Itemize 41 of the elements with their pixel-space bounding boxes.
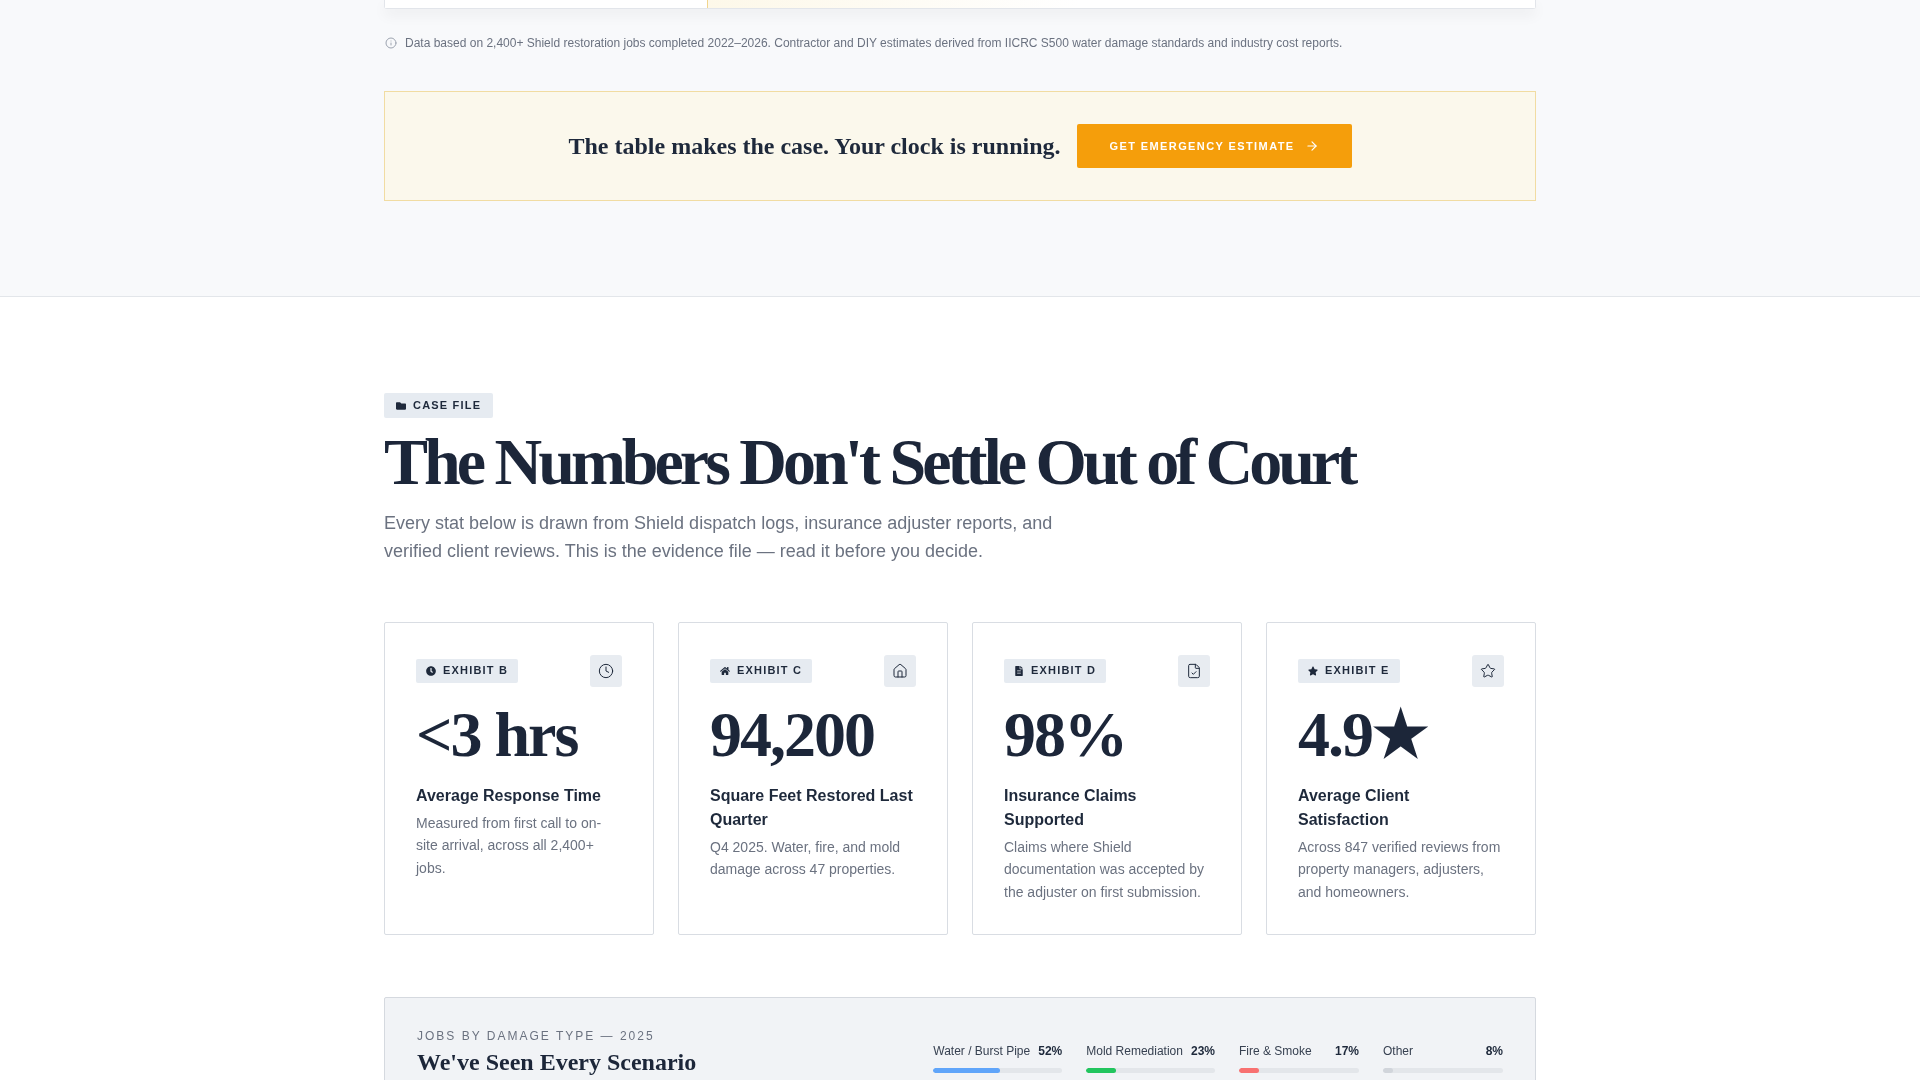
- damage-type-name: Mold Remediation: [1086, 1043, 1183, 1060]
- stat-description: Measured from first call to on-site arrival, across all 2,400+ jobs.: [416, 813, 603, 878]
- section-heading: The Numbers Don't Settle Out of Court: [384, 426, 1357, 499]
- damage-type-percent: 23%: [1190, 1043, 1215, 1060]
- case-file-tag-text: CASE FILE: [413, 400, 482, 411]
- damage-type-name: Other: [1383, 1043, 1413, 1060]
- emergency-estimate-button[interactable]: GET EMERGENCY ESTIMATE: [1076, 124, 1352, 168]
- panel-title: We've Seen Every Scenario: [417, 1050, 697, 1075]
- stat-value: <3 hrs: [416, 702, 579, 767]
- exhibit-tag-text: EXHIBIT D: [1031, 665, 1097, 677]
- exhibit-tag-text: EXHIBIT E: [1325, 665, 1390, 677]
- damage-type-name: Water / Burst Pipe: [933, 1043, 1031, 1060]
- damage-type-name: Fire & Smoke: [1239, 1043, 1312, 1060]
- damage-type-percent: 52%: [1038, 1043, 1063, 1060]
- document-check-icon: [1178, 654, 1210, 687]
- stat-label: Square Feet Restored Last Quarter: [710, 785, 914, 830]
- stat-description: Q4 2025. Water, fire, and mold damage across 47 properties.: [710, 837, 902, 880]
- document-icon: [1014, 665, 1024, 676]
- house-icon: [720, 665, 730, 676]
- stat-value: 98%: [1004, 702, 1127, 767]
- exhibit-tag-text: EXHIBIT C: [737, 665, 803, 677]
- panel-eyebrow: JOBS BY DAMAGE TYPE — 2025: [417, 1028, 656, 1045]
- stat-label: Average Response Time: [416, 785, 602, 806]
- damage-type-percent: 8%: [1485, 1043, 1503, 1060]
- stat-value: 94,200: [710, 702, 875, 767]
- stat-label: Average Client Satisfaction: [1298, 785, 1411, 830]
- stat-value: 4.9★: [1298, 702, 1429, 767]
- info-icon: [385, 37, 397, 49]
- data-note: Data based on 2,400+ Shield restoration jobs completed 2022–2026. Contractor and DIY estimates derived from IICRC S500 water damage standards and industry cost reports.: [405, 35, 1343, 51]
- section-intro: Every stat below is drawn from Shield dispatch logs, insurance adjuster reports, and verified client reviews. This is the evidence file — read it before you decide.: [384, 511, 1054, 563]
- star-icon: [1308, 665, 1318, 676]
- damage-type-percent: 17%: [1334, 1043, 1359, 1060]
- cta-headline: The table makes the case. Your clock is running.: [568, 132, 1061, 160]
- stat-description: Across 847 verified reviews from property managers, adjusters, and homeowners.: [1298, 837, 1502, 902]
- house-icon: [884, 654, 916, 687]
- stat-description: Claims where Shield documentation was accepted by the adjuster on first submission.: [1004, 837, 1205, 902]
- exhibit-tag-text: EXHIBIT B: [443, 665, 509, 677]
- stat-label: Insurance Claims Supported: [1004, 785, 1138, 830]
- clock-icon: [426, 665, 436, 676]
- folder-icon: [396, 400, 406, 411]
- clock-icon: [590, 654, 622, 687]
